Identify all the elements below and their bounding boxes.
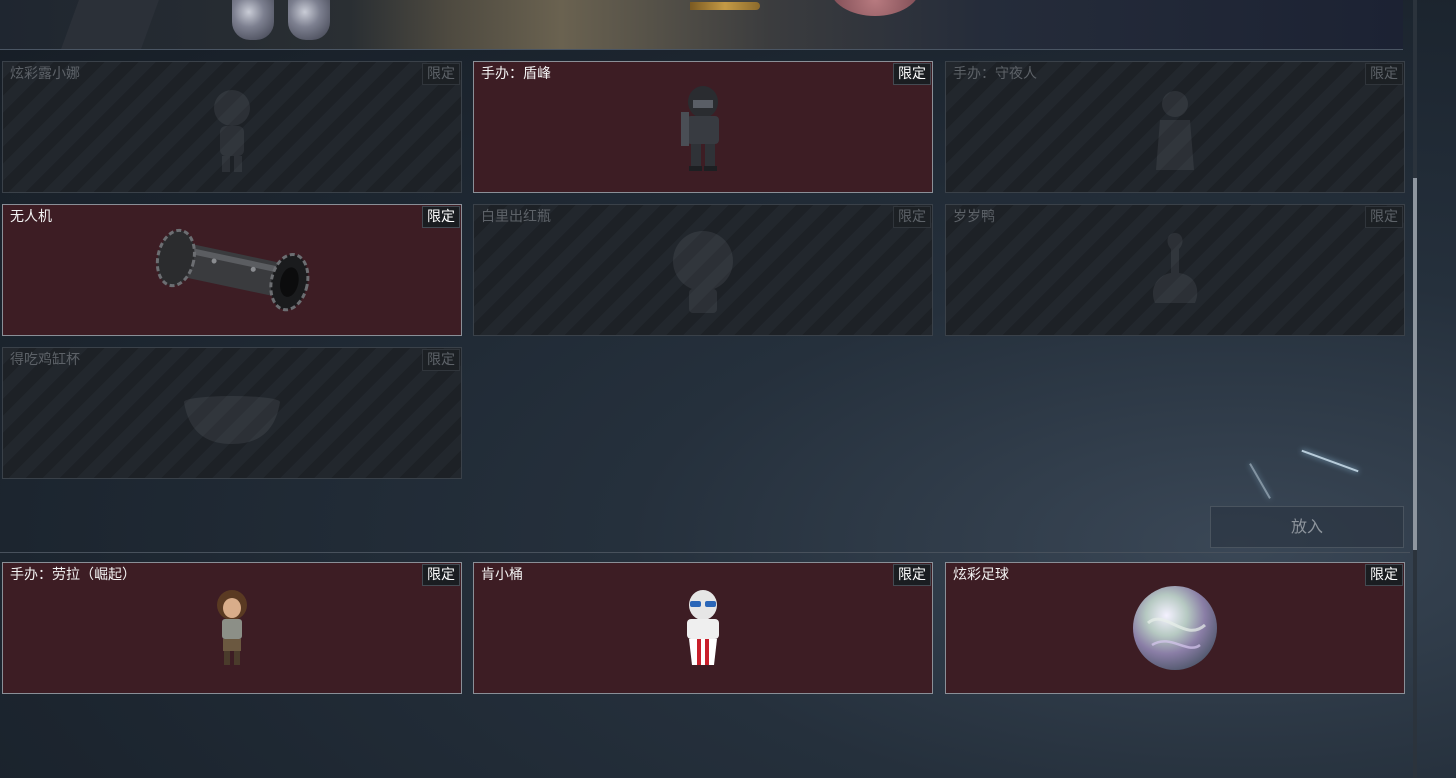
item-card-red-vase[interactable]: 白里出红瓶 限定 xyxy=(473,204,933,336)
lightning-decoration xyxy=(1301,449,1359,473)
limited-badge: 限定 xyxy=(893,63,931,85)
limited-badge: 限定 xyxy=(422,63,460,85)
lara-figure-icon xyxy=(217,590,247,665)
item-card-chicken-cup[interactable]: 得吃鸡缸杯 限定 xyxy=(2,347,462,479)
item-card-lara[interactable]: 手办：劳拉（崛起） 限定 xyxy=(2,562,462,694)
item-card-dunfeng[interactable]: 手办：盾峰 限定 xyxy=(473,61,933,193)
boot-right-icon xyxy=(288,0,330,40)
drone-cylinder-icon xyxy=(155,228,310,312)
item-card-drone[interactable]: 无人机 限定 xyxy=(2,204,462,336)
item-card-kfc-bucket[interactable]: 肯小桶 限定 xyxy=(473,562,933,694)
boot-left-icon xyxy=(232,0,274,40)
put-in-button[interactable]: 放入 xyxy=(1210,506,1404,548)
lightning-decoration xyxy=(1249,463,1271,499)
section-divider xyxy=(0,552,1410,553)
night-watcher-figure-icon xyxy=(1156,91,1194,170)
iridescent-ball-icon xyxy=(1133,586,1217,670)
limited-badge: 限定 xyxy=(1365,63,1403,85)
doll-figure-icon xyxy=(214,90,250,172)
item-name: 炫彩露小娜 xyxy=(10,66,80,82)
limited-badge: 限定 xyxy=(893,206,931,228)
limited-badge: 限定 xyxy=(422,349,460,371)
item-card-iridescent-ball[interactable]: 炫彩足球 限定 xyxy=(945,562,1405,694)
limited-badge: 限定 xyxy=(893,564,931,586)
colonel-bucket-figure-icon xyxy=(687,590,719,665)
sphere-icon xyxy=(830,0,920,16)
bullet-icon xyxy=(690,2,760,10)
item-name: 手办：守夜人 xyxy=(953,66,1037,82)
limited-badge: 限定 xyxy=(1365,564,1403,586)
item-name: 无人机 xyxy=(10,209,52,225)
duck-icon xyxy=(1152,233,1198,303)
item-name: 炫彩足球 xyxy=(953,567,1009,583)
item-name: 手办：劳拉（崛起） xyxy=(10,567,136,583)
limited-badge: 限定 xyxy=(422,206,460,228)
armored-soldier-figure-icon xyxy=(681,86,719,171)
limited-badge: 限定 xyxy=(1365,206,1403,228)
scrollbar-thumb[interactable] xyxy=(1413,178,1417,550)
item-card-duck[interactable]: 岁岁鸭 限定 xyxy=(945,204,1405,336)
limited-badge: 限定 xyxy=(422,564,460,586)
banner-shadow xyxy=(61,0,159,49)
item-name: 白里出红瓶 xyxy=(481,209,551,225)
item-name: 肯小桶 xyxy=(481,567,523,583)
scene-banner xyxy=(0,0,1403,50)
item-name: 手办：盾峰 xyxy=(481,66,551,82)
item-card-lu-xiaona[interactable]: 炫彩露小娜 限定 xyxy=(2,61,462,193)
bowl-cup-icon xyxy=(184,396,280,444)
item-name: 得吃鸡缸杯 xyxy=(10,352,80,368)
item-card-night-watcher[interactable]: 手办：守夜人 限定 xyxy=(945,61,1405,193)
item-name: 岁岁鸭 xyxy=(953,209,995,225)
vase-icon xyxy=(673,231,733,313)
